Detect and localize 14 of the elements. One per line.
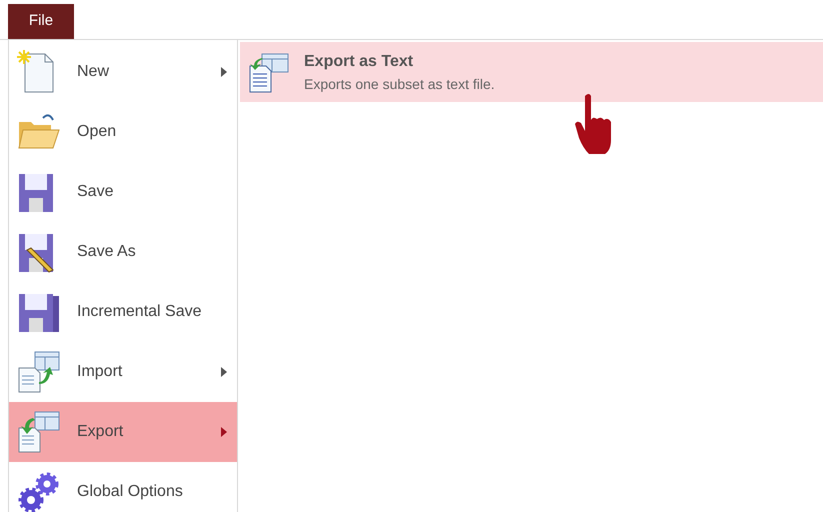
menu-item[interactable]: New	[9, 42, 237, 102]
import-icon	[17, 350, 61, 394]
menu-item[interactable]: Save	[9, 162, 237, 222]
submenu-item-title: Export as Text	[304, 52, 414, 72]
menu-item[interactable]: Save As	[9, 222, 237, 282]
menu-item[interactable]: Open	[9, 102, 237, 162]
submenu-item-description: Exports one subset as text file.	[304, 74, 495, 94]
menu-tab[interactable]: File	[8, 4, 74, 39]
submenu-item[interactable]: Export as Text Exports one subset as text file.	[240, 42, 823, 102]
menu-item[interactable]: Global Options	[9, 462, 237, 512]
menu-item[interactable]: Incremental Save	[9, 282, 237, 342]
menu-item[interactable]: Import	[9, 342, 237, 402]
menu-item[interactable]: Export	[9, 402, 237, 462]
export-icon	[17, 410, 61, 454]
